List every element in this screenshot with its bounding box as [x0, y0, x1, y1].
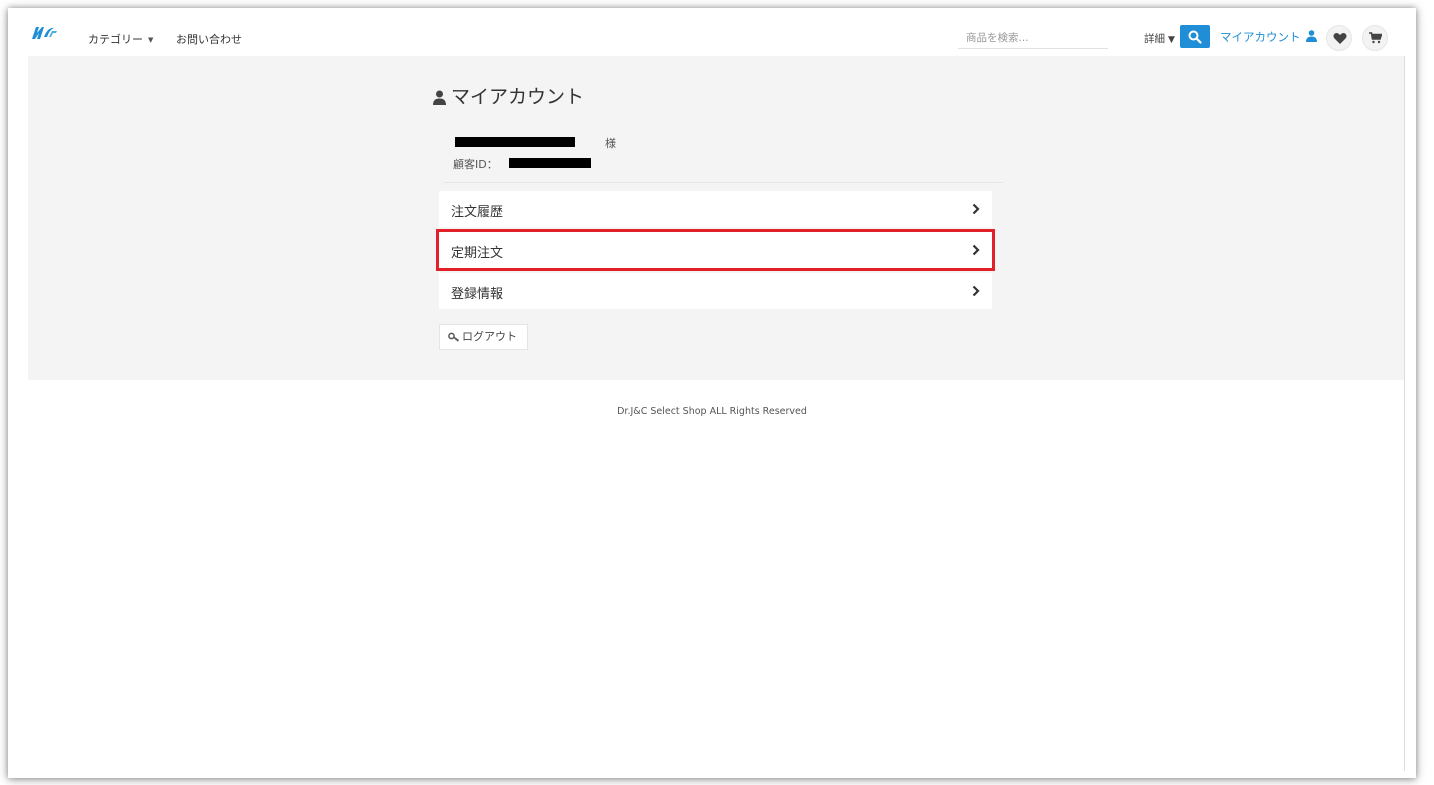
- chevron-right-icon: [972, 203, 980, 215]
- search-button[interactable]: [1180, 25, 1210, 48]
- menu-item-label: 注文履歴: [451, 205, 504, 220]
- person-icon: [433, 90, 446, 105]
- logout-button[interactable]: ログアウト: [439, 324, 528, 350]
- favorites-button[interactable]: [1326, 25, 1352, 51]
- person-icon: [1305, 30, 1317, 42]
- menu-item-registration-info[interactable]: 登録情報: [439, 273, 992, 309]
- caret-down-icon: ▼: [148, 36, 154, 44]
- menu-item-label: 定期注文: [451, 246, 504, 261]
- menu-item-label: 登録情報: [451, 287, 504, 302]
- cart-icon: [1369, 32, 1382, 44]
- caret-down-icon: ▼: [1168, 35, 1175, 45]
- heart-icon: [1333, 32, 1347, 44]
- cart-button[interactable]: [1362, 25, 1388, 51]
- top-navigation: カテゴリー▼ お問い合わせ 詳細▼ マイアカウント: [8, 8, 1416, 56]
- key-icon: [448, 332, 459, 342]
- honorific: 様: [605, 137, 616, 150]
- divider: [443, 182, 1003, 183]
- page-title-text: マイアカウント: [451, 86, 585, 108]
- browser-page: カテゴリー▼ お問い合わせ 詳細▼ マイアカウント: [8, 8, 1416, 778]
- category-dropdown[interactable]: カテゴリー ▼: [88, 31, 153, 47]
- customer-id-redacted: [509, 158, 591, 168]
- my-account-link[interactable]: マイアカウント: [1220, 29, 1317, 45]
- customer-id-label: 顧客ID：: [453, 158, 498, 171]
- menu-item-subscription-orders[interactable]: 定期注文: [436, 229, 995, 271]
- category-label: カテゴリー: [88, 33, 143, 46]
- search-icon: [1188, 30, 1202, 44]
- account-section: マイアカウント 様 顧客ID： 注文履歴 定期注文 登録情報 ログアウト: [28, 56, 1404, 380]
- scrollbar-edge: [1404, 56, 1405, 771]
- page-title: マイアカウント: [433, 82, 584, 109]
- account-label: マイアカウント: [1220, 30, 1301, 44]
- logo-icon[interactable]: [30, 25, 60, 41]
- footer-copyright: Dr.J&C Select Shop ALL Rights Reserved: [617, 406, 807, 417]
- chevron-right-icon: [972, 285, 980, 297]
- search-input[interactable]: [958, 27, 1108, 49]
- logout-label: ログアウト: [462, 330, 517, 343]
- detail-search-dropdown[interactable]: 詳細 ▼: [1144, 31, 1175, 46]
- account-menu: 注文履歴 定期注文 登録情報: [436, 191, 995, 314]
- detail-label: 詳細: [1144, 33, 1165, 45]
- menu-item-order-history[interactable]: 注文履歴: [439, 191, 992, 227]
- customer-name-redacted: [455, 137, 575, 147]
- contact-link[interactable]: お問い合わせ: [176, 31, 242, 47]
- chevron-right-icon: [972, 244, 980, 256]
